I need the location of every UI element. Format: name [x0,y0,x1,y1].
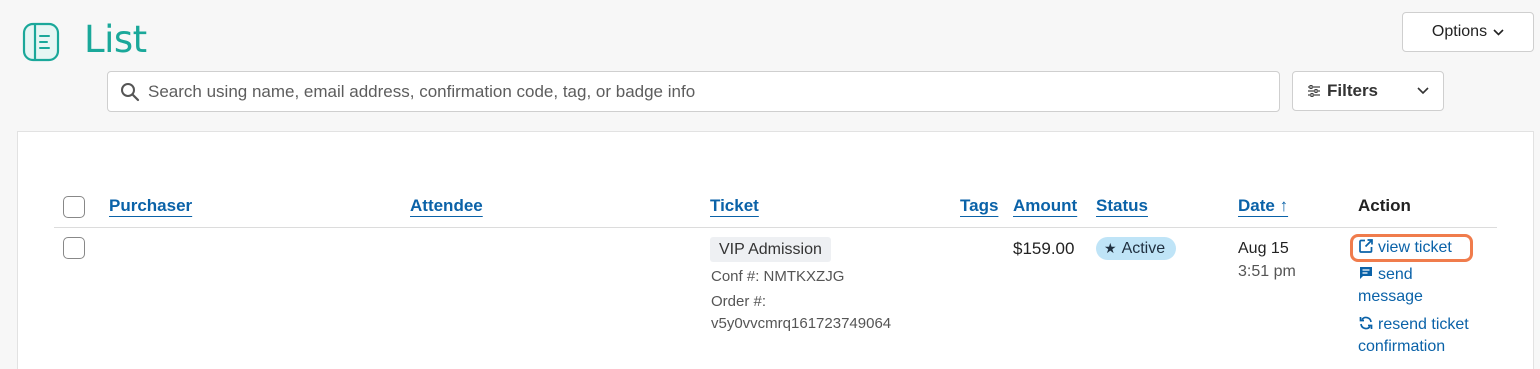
page-header: List Options Filters [0,0,1540,130]
row-checkbox[interactable] [63,237,85,259]
header-divider [54,227,1497,228]
external-link-icon [1359,239,1373,253]
message-icon [1360,267,1372,279]
column-header-action: Action [1358,196,1411,215]
ticket-type-badge: VIP Admission [710,237,831,262]
filters-button[interactable]: Filters [1292,71,1444,111]
search-icon [121,82,140,101]
column-header-date[interactable]: Date ↑ [1238,196,1288,216]
time-value: 3:51 pm [1238,263,1296,280]
column-header-attendee[interactable]: Attendee [410,196,483,216]
resend-confirmation-link[interactable]: resend ticket confirmation [1358,314,1469,358]
status-badge: ★ Active [1096,237,1177,260]
search-field[interactable] [107,71,1280,112]
star-icon: ★ [1104,240,1117,256]
send-message-label-1: send [1378,266,1413,283]
options-label: Options [1431,23,1488,40]
view-ticket-link[interactable]: view ticket [1358,237,1452,259]
resend-label-1: resend ticket [1378,316,1469,333]
list-book-icon [22,22,60,62]
select-all-checkbox[interactable] [63,196,85,218]
column-header-ticket[interactable]: Ticket [710,196,759,216]
column-header-status[interactable]: Status [1096,196,1148,216]
order-label: Order #: [711,293,767,310]
options-button[interactable]: Options [1402,12,1534,52]
view-ticket-label: view ticket [1378,239,1452,256]
confirmation-code: Conf #: NMTKXZJG [711,268,845,285]
filters-label: Filters [1327,81,1379,100]
search-input[interactable] [148,81,1279,102]
send-message-link[interactable]: send message [1358,264,1423,308]
refresh-icon [1359,316,1373,330]
date-value: Aug 15 [1238,240,1289,257]
chevron-down-icon [1417,87,1429,95]
amount-value: $159.00 [1013,239,1075,258]
resend-label-2: confirmation [1358,338,1446,355]
send-message-label-2: message [1358,288,1423,305]
column-header-purchaser[interactable]: Purchaser [109,196,192,216]
chevron-down-icon [1493,28,1504,36]
order-id: v5y0vvcmrq161723749064 [711,315,892,332]
sliders-icon [1308,85,1320,97]
column-header-amount[interactable]: Amount [1013,196,1077,216]
column-header-tags[interactable]: Tags [960,196,998,216]
page-title: List [84,18,147,61]
status-label: Active [1121,240,1166,257]
